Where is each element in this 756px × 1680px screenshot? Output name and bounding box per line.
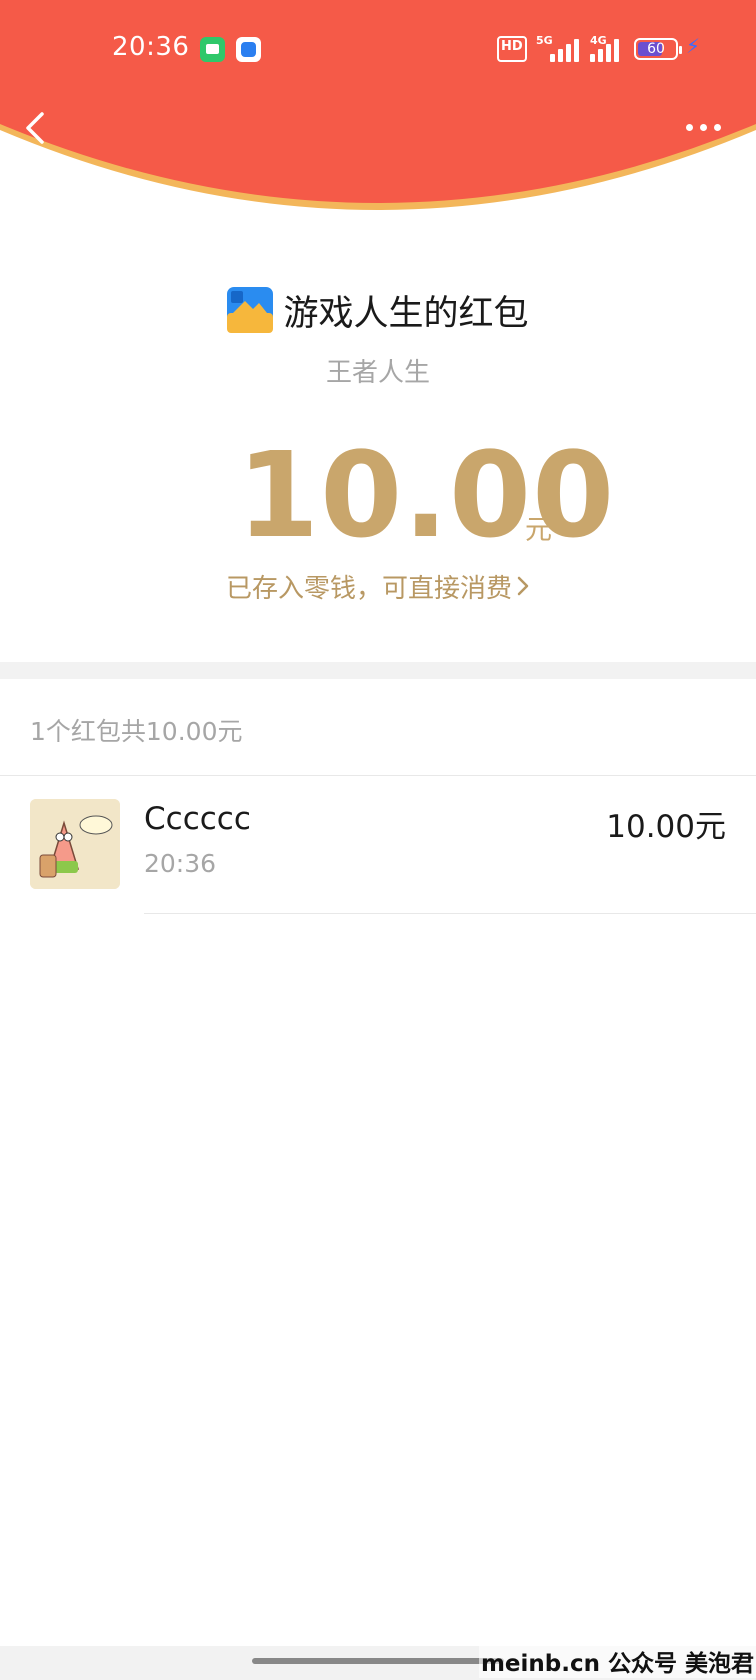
sender-subtitle: 王者人生 [325,358,430,388]
chevron-right-icon [516,574,530,604]
signal-5g-icon: 5G [536,34,579,62]
sender-title: 游戏人生的红包 [283,293,529,334]
home-indicator[interactable] [252,1658,504,1664]
section-divider [0,662,756,679]
signal-4g-icon: 4G [590,34,632,62]
watermark: meinb.cn 公众号 美泡君 [478,1644,756,1678]
battery-icon: 60 [634,38,682,60]
red-header: 20:36 HD 5G 4G 60 ⚡ [0,0,756,230]
record-time: 20:36 [144,849,217,878]
game-logo-icon [227,287,274,333]
record-divider [144,913,756,914]
status-time: 20:36 [112,32,190,62]
record-name: Cccccc [144,801,251,837]
record-amount: 10.00元 [606,809,726,845]
deposit-to-change-link[interactable]: 已存入零钱，可直接消费 [0,568,756,605]
avatar [30,799,120,889]
list-item[interactable]: Cccccc 20:36 10.00元 [0,775,756,913]
packet-summary: 1个红包共10.00元 [30,717,243,746]
amount-unit: 元 [525,515,552,546]
battery-level: 60 [647,41,665,57]
signal-4g-label: 4G [590,34,607,47]
more-options-icon[interactable] [684,122,724,134]
charging-bolt-icon: ⚡ [686,34,701,58]
sender-row: 游戏人生的红包 [0,286,756,334]
message-app-icon [200,37,225,62]
deposit-link-label: 已存入零钱，可直接消费 [225,574,512,604]
received-amount: 10.00 [237,426,616,564]
back-arrow-icon[interactable] [20,108,56,148]
notification-app-icon [236,37,261,62]
signal-5g-label: 5G [536,34,553,47]
hd-voice-icon: HD [497,36,527,62]
